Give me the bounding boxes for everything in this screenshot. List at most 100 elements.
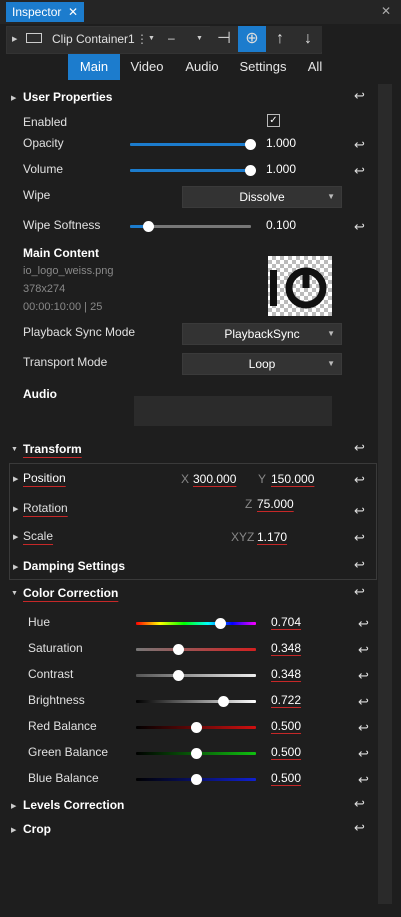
reset-icon[interactable]: ↩	[358, 694, 369, 710]
wipe-softness-thumb[interactable]	[143, 221, 154, 232]
toolbar-expand-icon[interactable]: ▶	[12, 35, 17, 43]
rotation-z-value[interactable]: 75.000	[257, 497, 294, 511]
wipe-softness-value[interactable]: 0.100	[266, 218, 296, 232]
hue-slider-thumb[interactable]	[215, 618, 227, 629]
tab-close-icon[interactable]: ✕	[68, 2, 78, 22]
reset-icon[interactable]: ↩	[354, 440, 365, 456]
collapse-icon[interactable]: ▼	[11, 590, 18, 597]
brightness-value[interactable]: 0.722	[271, 693, 301, 707]
main-content-title: Main Content	[23, 246, 99, 260]
brightness-slider-thumb[interactable]	[217, 696, 229, 707]
scale-value[interactable]: 1.170	[257, 530, 287, 544]
pin-icon[interactable]: ⊣	[210, 26, 238, 52]
volume-slider[interactable]	[130, 169, 251, 172]
reset-icon[interactable]: ↩	[354, 584, 365, 600]
window-close-icon[interactable]: ✕	[381, 4, 391, 18]
rotation-z-axis: Z	[245, 497, 253, 511]
wipe-dropdown[interactable]: Dissolve ▼	[182, 186, 342, 208]
opacity-value[interactable]: 1.000	[266, 136, 296, 150]
position-label[interactable]: Position	[23, 471, 66, 485]
transport-mode-label: Transport Mode	[23, 355, 108, 369]
blue-balance-value[interactable]: 0.500	[271, 771, 301, 785]
enabled-checkbox[interactable]: ✓	[267, 114, 280, 127]
green-balance-value[interactable]: 0.500	[271, 745, 301, 759]
chevron-down-icon[interactable]: ▼	[196, 35, 203, 42]
transport-mode-dropdown[interactable]: Loop ▼	[182, 353, 342, 375]
expand-icon[interactable]: ▶	[11, 94, 16, 102]
red-balance-label: Red Balance	[28, 719, 97, 733]
color-correction-header[interactable]: Color Correction	[23, 586, 118, 600]
hue-value[interactable]: 0.704	[271, 615, 301, 629]
chevron-down-icon[interactable]: ▼	[148, 35, 155, 42]
scrollbar[interactable]	[378, 84, 392, 904]
blue-balance-slider-thumb[interactable]	[191, 774, 202, 785]
position-y-axis: Y	[258, 472, 267, 486]
arrow-down-icon[interactable]: ↓	[294, 26, 322, 52]
crop-header[interactable]: Crop	[23, 822, 51, 836]
content-thumbnail[interactable]	[268, 256, 332, 316]
reset-icon[interactable]: ↩	[358, 772, 369, 788]
expand-icon[interactable]: ▶	[11, 802, 16, 810]
opacity-slider-thumb[interactable]	[245, 139, 256, 150]
expand-icon[interactable]: ▶	[13, 505, 18, 513]
reset-icon[interactable]: ↩	[354, 219, 365, 235]
opacity-slider[interactable]	[130, 143, 251, 146]
tab-inspector[interactable]: Inspector ✕	[6, 2, 84, 22]
red-balance-value[interactable]: 0.500	[271, 719, 301, 733]
container-name[interactable]: Clip Container1	[52, 32, 135, 46]
reset-icon[interactable]: ↩	[354, 137, 365, 153]
scale-label[interactable]: Scale	[23, 529, 53, 543]
tab-settings[interactable]: Settings	[234, 54, 292, 80]
reset-icon[interactable]: ↩	[354, 820, 365, 836]
reset-icon[interactable]: ↩	[358, 642, 369, 658]
playback-sync-dropdown[interactable]: PlaybackSync ▼	[182, 323, 342, 345]
reset-icon[interactable]: ↩	[354, 530, 365, 546]
saturation-slider[interactable]	[136, 648, 256, 651]
rotation-label[interactable]: Rotation	[23, 501, 68, 515]
expand-icon[interactable]: ▶	[11, 826, 16, 834]
position-x-value[interactable]: 300.000	[193, 472, 236, 486]
dash-icon[interactable]: –	[168, 31, 175, 45]
damping-settings-header[interactable]: Damping Settings	[23, 559, 125, 573]
reset-icon[interactable]: ↩	[358, 668, 369, 684]
tab-main[interactable]: Main	[68, 54, 120, 80]
more-icon[interactable]: ⋮	[136, 32, 148, 46]
position-y-value[interactable]: 150.000	[271, 472, 314, 486]
levels-correction-header[interactable]: Levels Correction	[23, 798, 124, 812]
contrast-value[interactable]: 0.348	[271, 667, 301, 681]
volume-value[interactable]: 1.000	[266, 162, 296, 176]
brightness-slider[interactable]	[136, 700, 256, 703]
tab-all[interactable]: All	[298, 54, 332, 80]
expand-icon[interactable]: ▶	[13, 475, 18, 483]
hue-slider[interactable]	[136, 622, 256, 625]
reset-icon[interactable]: ↩	[358, 720, 369, 736]
tab-audio[interactable]: Audio	[178, 54, 226, 80]
volume-slider-thumb[interactable]	[245, 165, 256, 176]
reset-icon[interactable]: ↩	[354, 503, 365, 519]
saturation-slider-thumb[interactable]	[172, 644, 184, 655]
reset-icon[interactable]: ↩	[354, 557, 365, 573]
expand-icon[interactable]: ▶	[13, 533, 18, 541]
reset-icon[interactable]: ↩	[354, 88, 365, 104]
target-icon[interactable]: ⊕	[238, 26, 266, 52]
reset-icon[interactable]: ↩	[354, 163, 365, 179]
reset-icon[interactable]: ↩	[354, 796, 365, 812]
contrast-slider[interactable]	[136, 674, 256, 677]
wipe-softness-slider[interactable]	[148, 225, 251, 228]
contrast-slider-thumb[interactable]	[172, 670, 184, 681]
saturation-value[interactable]: 0.348	[271, 641, 301, 655]
arrow-up-icon[interactable]: ↑	[266, 26, 294, 52]
tab-video[interactable]: Video	[124, 54, 170, 80]
blue-balance-label: Blue Balance	[28, 771, 99, 785]
wipe-label: Wipe	[23, 188, 51, 202]
reset-icon[interactable]: ↩	[354, 472, 365, 488]
reset-icon[interactable]: ↩	[358, 746, 369, 762]
transform-header[interactable]: Transform	[23, 442, 82, 456]
green-balance-slider-thumb[interactable]	[191, 748, 202, 759]
collapse-icon[interactable]: ▼	[11, 446, 18, 453]
expand-icon[interactable]: ▶	[13, 563, 18, 571]
user-properties-header[interactable]: User Properties	[23, 90, 112, 104]
brightness-label: Brightness	[28, 693, 85, 707]
reset-icon[interactable]: ↩	[358, 616, 369, 632]
red-balance-slider-thumb[interactable]	[191, 722, 202, 733]
